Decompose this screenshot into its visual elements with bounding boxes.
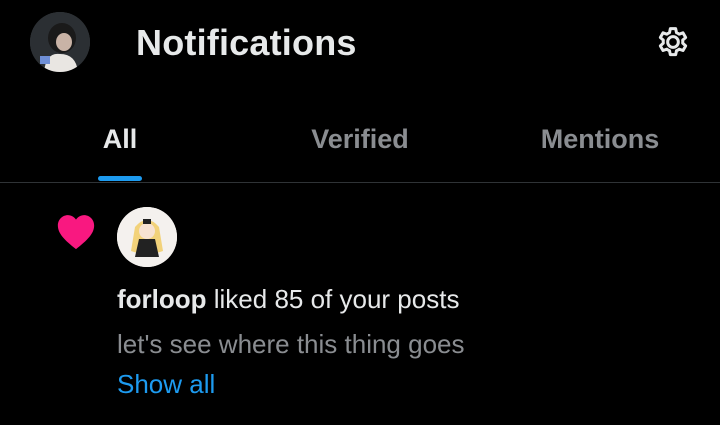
show-all-link[interactable]: Show all <box>117 369 215 400</box>
profile-avatar[interactable] <box>30 12 90 72</box>
tab-verified[interactable]: Verified <box>280 110 440 184</box>
tab-all[interactable]: All <box>40 110 200 184</box>
notification-item[interactable]: forloop liked 85 of your posts let's see… <box>0 184 720 425</box>
user-avatar[interactable] <box>117 207 177 267</box>
page-title: Notifications <box>136 22 357 63</box>
divider <box>0 182 720 183</box>
gear-icon <box>658 27 688 57</box>
heart-icon <box>57 215 95 250</box>
notification-preview: let's see where this thing goes <box>117 329 465 359</box>
tab-verified-label: Verified <box>311 124 409 154</box>
settings-button[interactable] <box>650 19 696 65</box>
avatar-image <box>117 207 177 267</box>
tab-bar: All Verified Mentions <box>0 110 720 184</box>
active-tab-indicator <box>98 176 142 181</box>
notification-text: forloop liked 85 of your posts <box>117 284 459 315</box>
notification-username[interactable]: forloop <box>117 284 207 314</box>
tab-mentions[interactable]: Mentions <box>520 110 680 184</box>
notification-action: liked 85 of your posts <box>206 284 460 314</box>
avatar-image <box>30 12 90 72</box>
tab-all-label: All <box>102 124 138 154</box>
tab-mentions-label: Mentions <box>540 124 660 154</box>
top-bar: Notifications <box>0 0 720 88</box>
